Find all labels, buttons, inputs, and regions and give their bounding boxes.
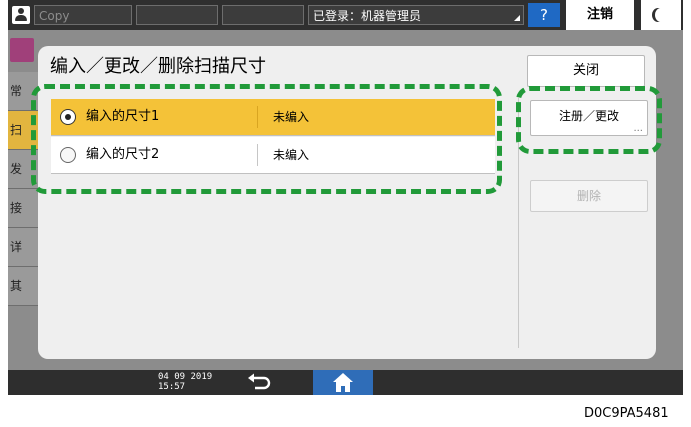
login-status[interactable]: 已登录：机器管理员 [308, 5, 524, 25]
dialog-title: 编入／更改／删除扫描尺寸 [50, 56, 266, 77]
function-field: Copy [34, 5, 132, 25]
function-field-label: Copy [39, 9, 70, 23]
highlight-frame-register [516, 86, 662, 154]
home-icon [333, 373, 353, 392]
status-field-2 [136, 5, 218, 25]
device-screen: Copy 已登录：机器管理员 ? 注销 常 扫 发 接 详 其 04 09 20… [8, 0, 683, 395]
home-button[interactable] [313, 370, 373, 395]
energy-saver-button[interactable] [641, 0, 681, 30]
user-icon[interactable] [12, 6, 30, 24]
moon-icon [655, 8, 667, 22]
highlight-frame-list [31, 84, 502, 194]
logout-button[interactable]: 注销 [566, 0, 634, 30]
top-status-bar: Copy 已登录：机器管理员 ? 注销 [8, 0, 683, 30]
expand-corner-icon [514, 15, 520, 21]
login-status-label: 已登录：机器管理员 [313, 9, 422, 23]
status-field-3 [222, 5, 304, 25]
bottom-bar: 04 09 2019 15:57 [8, 370, 683, 395]
app-icon [10, 38, 34, 62]
back-button[interactable] [242, 372, 278, 393]
date-label: 04 09 2019 [158, 372, 213, 382]
close-button[interactable]: 关闭 [527, 55, 645, 87]
help-button[interactable]: ? [528, 3, 560, 27]
back-arrow-icon [248, 373, 271, 390]
time-label: 15:57 [158, 382, 186, 392]
figure-caption: D0C9PA5481 [584, 406, 669, 421]
delete-button[interactable]: 删除 [530, 180, 648, 212]
date-time: 04 09 2019 15:57 [158, 372, 212, 392]
